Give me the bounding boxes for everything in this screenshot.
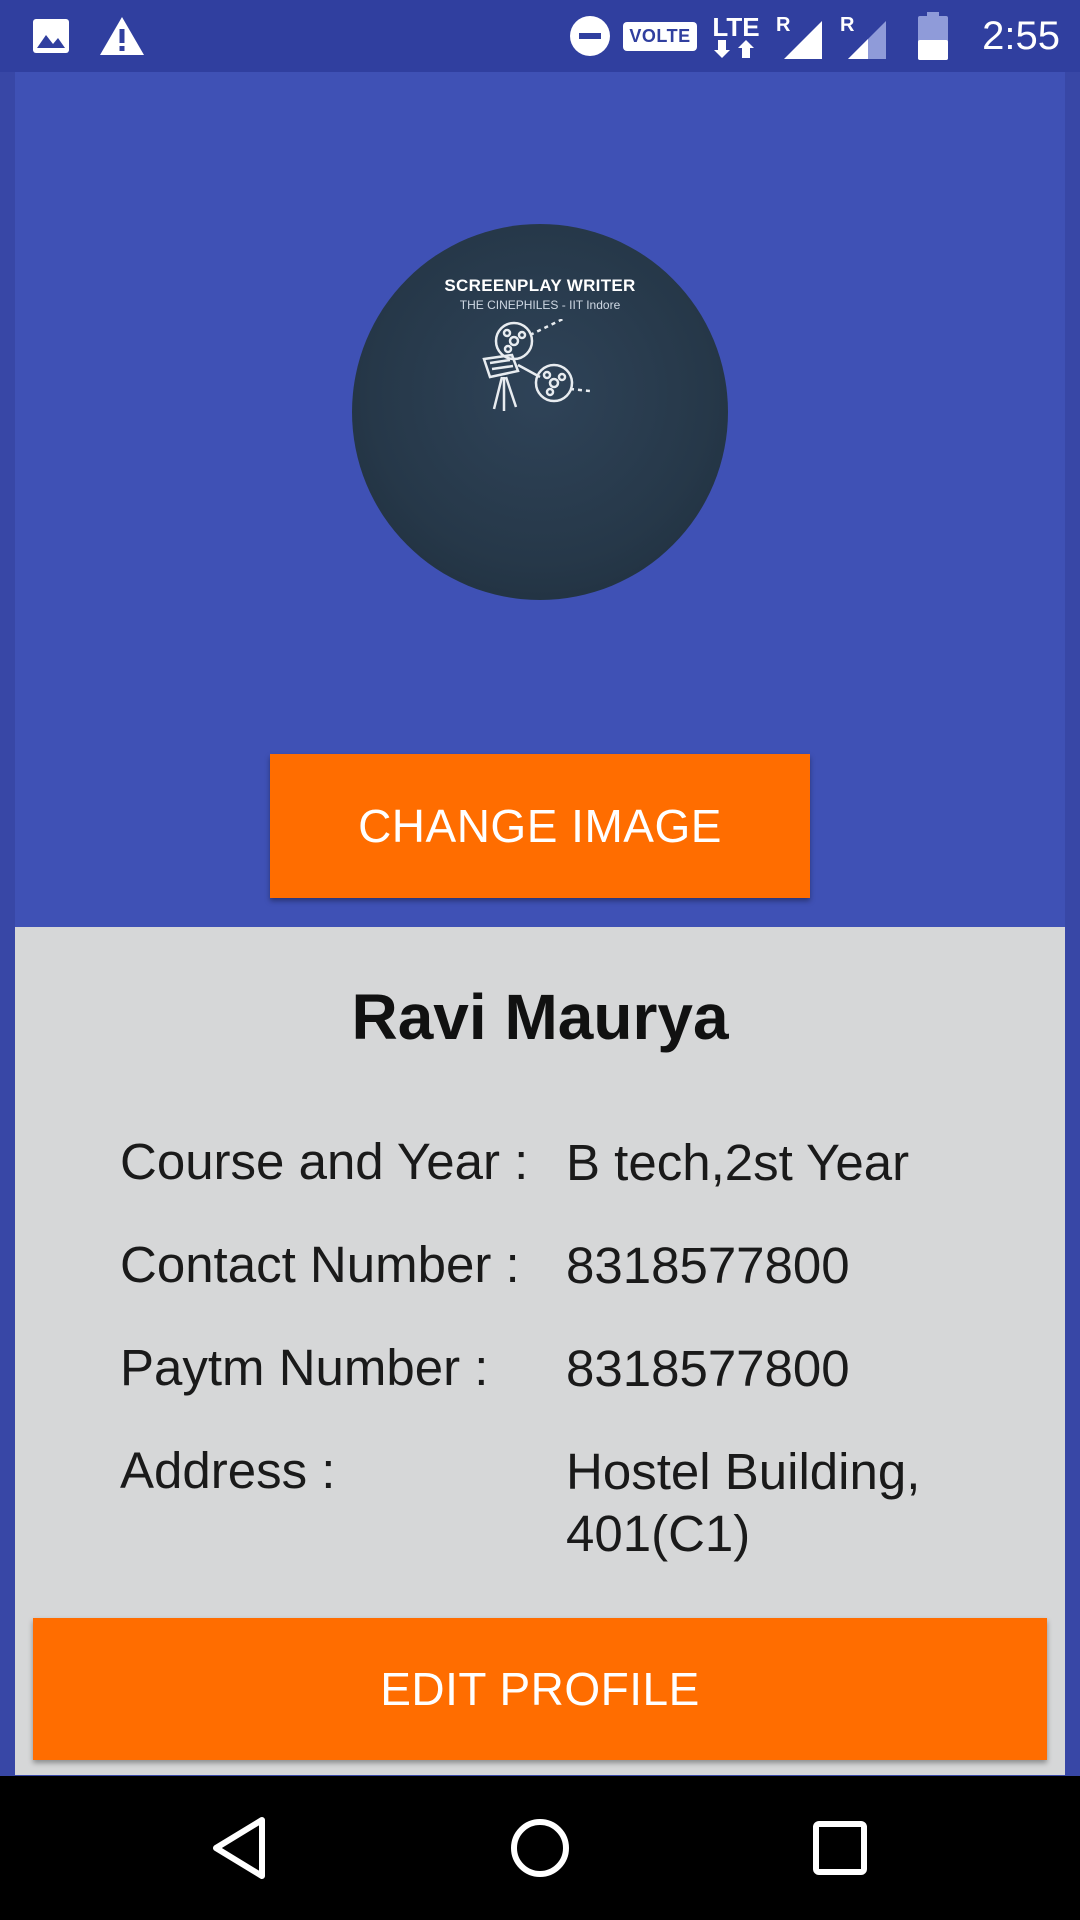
avatar-subtitle: THE CINEPHILES - IIT Indore xyxy=(459,298,621,312)
address-label: Address : xyxy=(120,1442,336,1499)
image-notification-icon xyxy=(30,0,72,72)
signal-icon: R xyxy=(838,0,888,72)
info-row-paytm: Paytm Number : 8318577800 xyxy=(120,1338,1020,1408)
info-row-course: Course and Year : B tech,2st Year xyxy=(120,1132,1020,1202)
paytm-label: Paytm Number : xyxy=(120,1339,489,1396)
profile-name: Ravi Maurya xyxy=(351,981,729,1053)
status-bar: VOLTE LTE R R 2:55 xyxy=(0,0,1080,72)
lte-data-icon: LTE xyxy=(708,0,764,72)
change-image-button[interactable]: CHANGE IMAGE xyxy=(270,754,810,898)
battery-icon xyxy=(916,0,950,72)
address-value: Hostel Building, 401(C1) xyxy=(566,1443,921,1562)
signal-icon: R xyxy=(774,0,824,72)
do-not-disturb-icon xyxy=(568,0,612,72)
recents-icon[interactable] xyxy=(790,1798,890,1898)
course-label: Course and Year : xyxy=(120,1133,529,1190)
profile-card: SCREENPLAY WRITER THE CINEPHILES - IIT I… xyxy=(15,72,1065,1775)
profile-avatar[interactable]: SCREENPLAY WRITER THE CINEPHILES - IIT I… xyxy=(352,224,728,600)
roaming-label: R xyxy=(840,14,855,36)
film-projector-icon xyxy=(482,319,591,411)
contact-label: Contact Number : xyxy=(120,1236,520,1293)
course-value: B tech,2st Year xyxy=(566,1134,910,1191)
edit-profile-button[interactable]: EDIT PROFILE xyxy=(33,1618,1047,1760)
avatar-title: SCREENPLAY WRITER xyxy=(444,276,636,295)
warning-icon xyxy=(98,0,146,72)
info-row-contact: Contact Number : 8318577800 xyxy=(120,1235,1020,1305)
roaming-label: R xyxy=(776,14,791,36)
home-icon[interactable] xyxy=(490,1798,590,1898)
navigation-bar xyxy=(0,1776,1080,1920)
profile-header: SCREENPLAY WRITER THE CINEPHILES - IIT I… xyxy=(15,72,1065,927)
paytm-value: 8318577800 xyxy=(566,1340,850,1397)
lte-label: LTE xyxy=(712,12,760,42)
contact-value: 8318577800 xyxy=(566,1237,850,1294)
status-time: 2:55 xyxy=(982,14,1060,58)
volte-label: VOLTE xyxy=(623,21,697,51)
info-row-address: Address : Hostel Building, 401(C1) xyxy=(120,1441,1020,1571)
volte-icon: VOLTE xyxy=(623,0,697,72)
back-icon[interactable] xyxy=(190,1798,290,1898)
